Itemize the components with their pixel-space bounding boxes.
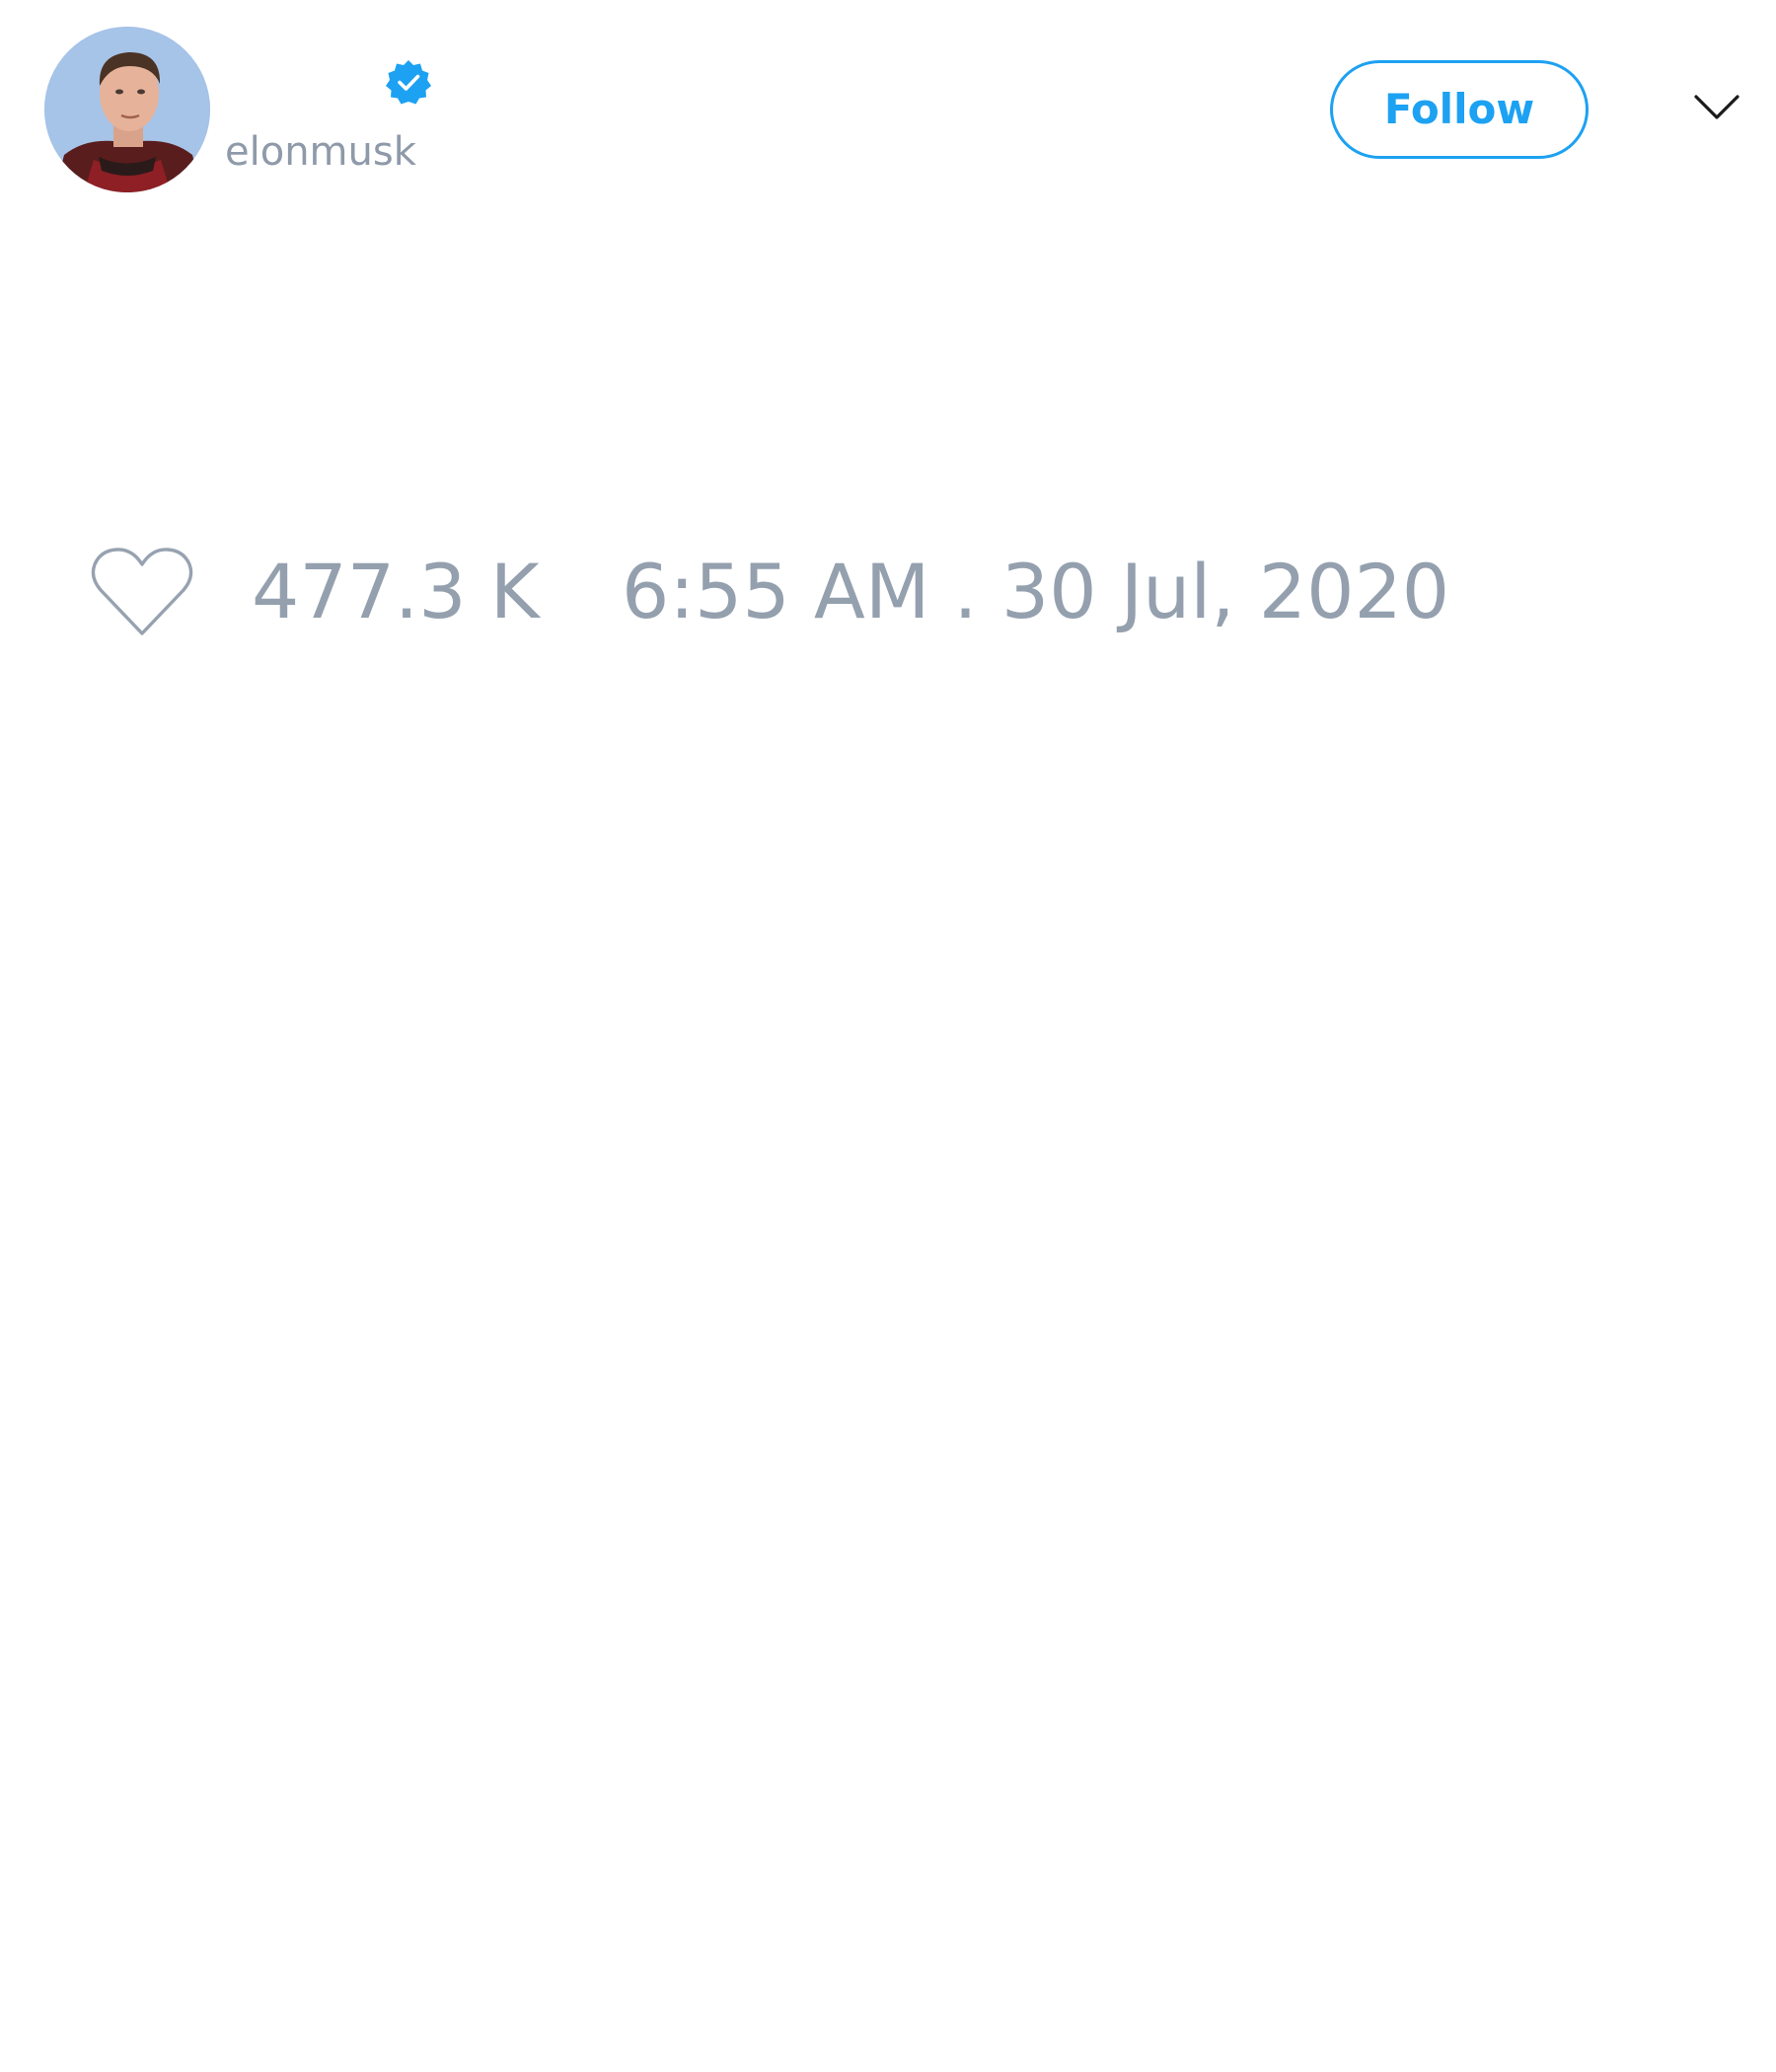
tweet-footer: 477.3 K 6:55 AM . 30 Jul, 2020 <box>0 538 1776 636</box>
tweet-header: elonmusk Follow <box>0 0 1776 217</box>
avatar[interactable] <box>44 27 210 192</box>
tweet-timestamp[interactable]: 6:55 AM . 30 Jul, 2020 <box>622 550 1449 634</box>
avatar-image <box>44 27 210 192</box>
like-count: 477.3 K <box>252 548 540 635</box>
verified-badge-icon <box>385 58 432 106</box>
author-handle[interactable]: elonmusk <box>225 126 416 178</box>
chevron-down-icon[interactable] <box>1693 93 1740 122</box>
follow-button[interactable]: Follow <box>1330 60 1589 159</box>
heart-outline-icon[interactable] <box>89 545 195 639</box>
tweet-card: elonmusk Follow 477.3 K 6:55 AM . 30 Jul… <box>0 0 1776 2072</box>
